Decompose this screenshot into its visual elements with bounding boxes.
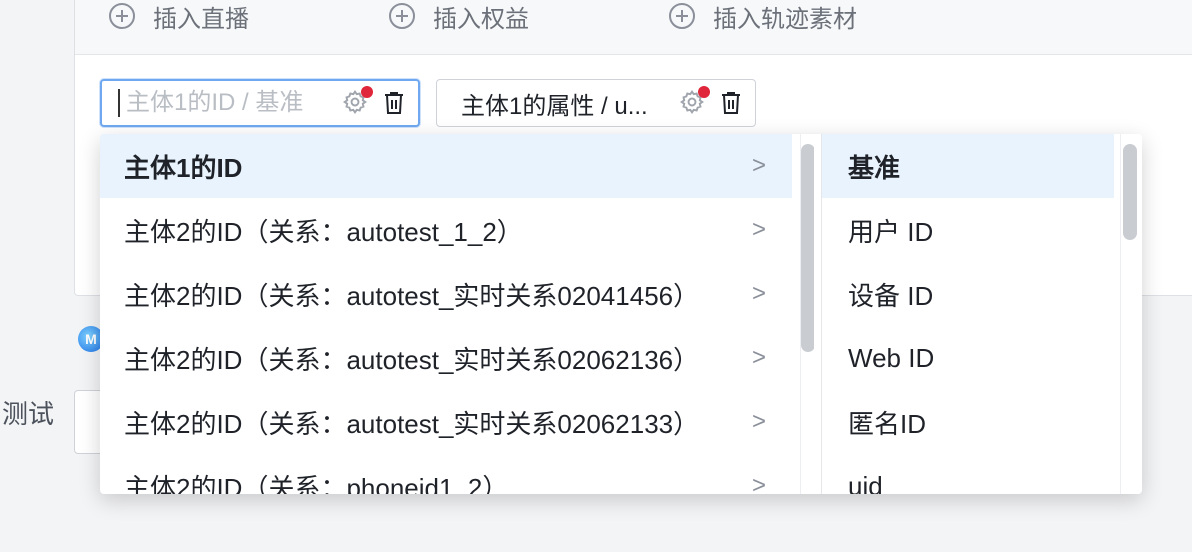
insert-trajectory-button[interactable]: 插入轨迹素材 (669, 1, 857, 33)
trash-icon (385, 92, 403, 114)
settings-button[interactable] (342, 86, 373, 117)
insert-benefit-label: 插入权益 (433, 5, 529, 33)
option-uid[interactable]: uid (822, 454, 1114, 495)
notification-dot (698, 86, 710, 98)
option-label: 主体2的ID（关系：autotest_实时关系02062133） (124, 408, 700, 439)
add-circle-icon (669, 3, 695, 29)
insert-live-button[interactable]: 插入直播 (109, 1, 249, 33)
id-type-list: 基准 用户 ID 设备 ID Web ID 匿名ID uid (822, 134, 1114, 494)
option-label: 匿名ID (848, 408, 927, 439)
option-anonymous-id[interactable]: 匿名ID (822, 390, 1114, 454)
notification-dot (361, 86, 373, 98)
option-subject1-id[interactable]: 主体1的ID > (100, 134, 792, 198)
option-device-id[interactable]: 设备 ID (822, 262, 1114, 326)
chevron-right-icon: > (751, 280, 766, 307)
add-circle-icon (109, 3, 135, 29)
option-label: 主体1的ID (124, 152, 243, 183)
option-subject2-id[interactable]: 主体2的ID（关系：autotest_1_2） > (100, 198, 792, 262)
insert-toolbar: 插入直播 插入权益 插入轨迹素材 (75, 0, 1192, 55)
option-label: Web ID (848, 342, 935, 373)
insert-benefit-button[interactable]: 插入权益 (389, 1, 529, 33)
test-label: 测试 (2, 399, 55, 429)
scrollbar-thumb[interactable] (1123, 144, 1137, 240)
option-subject2-id[interactable]: 主体2的ID（关系：phoneid1_2） > (100, 454, 792, 494)
add-circle-icon (389, 3, 415, 29)
chevron-right-icon: > (751, 152, 766, 179)
option-label: 主体2的ID（关系：autotest_实时关系02062136） (124, 344, 700, 375)
subject-id-token[interactable] (100, 79, 420, 127)
option-label: 用户 ID (848, 216, 934, 247)
option-label: 设备 ID (848, 280, 934, 311)
delete-button[interactable] (382, 90, 406, 116)
option-subject2-id[interactable]: 主体2的ID（关系：autotest_实时关系02062133） > (100, 390, 792, 454)
option-subject2-id[interactable]: 主体2的ID（关系：autotest_实时关系02041456） > (100, 262, 792, 326)
insert-live-label: 插入直播 (153, 5, 249, 33)
right-scrollbar[interactable] (1120, 134, 1142, 494)
cascader-dropdown: 主体1的ID > 主体2的ID（关系：autotest_1_2） > 主体2的I… (100, 134, 1142, 494)
left-scrollbar[interactable] (800, 134, 815, 494)
settings-button[interactable] (679, 86, 710, 117)
option-baseline[interactable]: 基准 (822, 134, 1114, 198)
chevron-right-icon: > (751, 472, 766, 494)
option-subject2-id[interactable]: 主体2的ID（关系：autotest_实时关系02062136） > (100, 326, 792, 390)
option-label: 基准 (848, 152, 901, 183)
column-divider (814, 134, 822, 494)
option-label: 主体2的ID（关系：autotest_实时关系02041456） (124, 280, 700, 311)
text-caret (118, 89, 120, 117)
option-web-id[interactable]: Web ID (822, 326, 1114, 390)
chevron-right-icon: > (751, 408, 766, 435)
delete-button[interactable] (719, 90, 743, 116)
chevron-right-icon: > (751, 344, 766, 371)
trash-icon (722, 92, 740, 114)
scrollbar-thumb[interactable] (801, 144, 815, 352)
subject-attribute-value: 主体1的属性 / u... (461, 92, 648, 120)
subject-attribute-token[interactable]: 主体1的属性 / u... (436, 79, 756, 127)
insert-trajectory-label: 插入轨迹素材 (713, 5, 857, 33)
option-label: uid (848, 470, 883, 495)
subject-id-input[interactable] (126, 89, 336, 117)
option-user-id[interactable]: 用户 ID (822, 198, 1114, 262)
subject-list: 主体1的ID > 主体2的ID（关系：autotest_1_2） > 主体2的I… (100, 134, 792, 494)
chevron-right-icon: > (751, 216, 766, 243)
option-label: 主体2的ID（关系：phoneid1_2） (124, 472, 509, 495)
option-label: 主体2的ID（关系：autotest_1_2） (124, 216, 523, 247)
